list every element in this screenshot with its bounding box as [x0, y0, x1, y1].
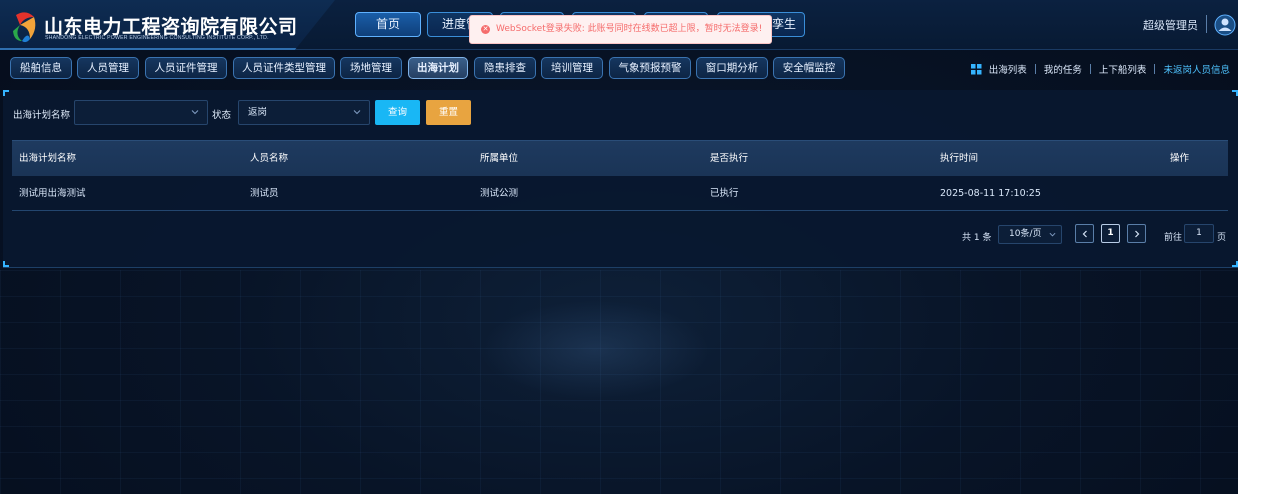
- goto-label: 前往: [1164, 233, 1183, 243]
- tab-window-analysis[interactable]: 窗口期分析: [696, 57, 768, 79]
- tab-vessel-info[interactable]: 船舶信息: [10, 57, 72, 79]
- module-nav: 船舶信息 人员管理 人员证件管理 人员证件类型管理 场地管理 出海计划 隐患排查…: [0, 50, 1238, 88]
- table-header: 出海计划名称 人员名称 所属单位 是否执行 执行时间 操作: [12, 140, 1228, 176]
- user-avatar-icon[interactable]: [1214, 14, 1236, 36]
- link-divider: [1154, 64, 1156, 74]
- column-header: 执行时间: [940, 153, 979, 164]
- tab-hazard-check[interactable]: 隐患排查: [474, 57, 536, 79]
- tab-site-management[interactable]: 场地管理: [340, 57, 402, 79]
- company-name-english: SHANDONG ELECTRIC POWER ENGINEERING CONS…: [45, 35, 269, 41]
- table-cell: 测试公测: [480, 188, 519, 199]
- background-glow: [480, 300, 710, 400]
- page-size-value: 10条/页: [1009, 229, 1042, 239]
- quick-links: 出海列表 我的任务 上下船列表 未返岗人员信息: [970, 62, 1230, 76]
- goto-unit: 页: [1217, 233, 1227, 243]
- table-cell: 测试员: [250, 188, 279, 199]
- next-page-button[interactable]: [1127, 224, 1146, 243]
- column-header: 是否执行: [710, 153, 749, 164]
- chevron-right-icon: [1134, 230, 1139, 238]
- tab-personnel-certificates[interactable]: 人员证件管理: [145, 57, 227, 79]
- plan-name-select[interactable]: [74, 100, 208, 125]
- error-circle-icon: ✕: [481, 25, 490, 34]
- link-divider: [1034, 64, 1036, 74]
- table-cell: 2025-08-11 17:10:25: [940, 188, 1041, 199]
- grid-list-icon: [970, 63, 982, 74]
- tab-sea-plan[interactable]: 出海计划: [408, 57, 468, 79]
- header-divider: [1206, 15, 1207, 33]
- tab-training[interactable]: 培训管理: [541, 57, 603, 79]
- link-not-returned[interactable]: 未返岗人员信息: [1163, 62, 1230, 76]
- table-row[interactable]: 测试用出海测试 测试员 测试公测 已执行 2025-08-11 17:10:25: [12, 176, 1228, 211]
- table-cell: 测试用出海测试: [19, 188, 86, 199]
- column-header: 所属单位: [480, 153, 519, 164]
- error-toast: ✕ WebSocket登录失败: 此账号同时在线数已超上限，暂时无法登录!: [469, 15, 772, 44]
- sea-plan-table: 出海计划名称 人员名称 所属单位 是否执行 执行时间 操作 测试用出海测试 测试…: [12, 140, 1228, 211]
- chevron-left-icon: [1082, 230, 1087, 238]
- user-name[interactable]: 超级管理员: [1143, 17, 1198, 33]
- plan-name-label: 出海计划名称: [13, 110, 71, 121]
- prev-page-button[interactable]: [1075, 224, 1094, 243]
- column-header: 出海计划名称: [19, 153, 77, 164]
- panel-corner: [1232, 261, 1238, 267]
- app-window: 山东电力工程咨询院有限公司 SHANDONG ELECTRIC POWER EN…: [0, 0, 1238, 494]
- status-label: 状态: [212, 110, 232, 121]
- column-header: 人员名称: [250, 153, 289, 164]
- tab-weather-alert[interactable]: 气象预报预警: [609, 57, 691, 79]
- tab-personnel[interactable]: 人员管理: [77, 57, 139, 79]
- link-sea-list[interactable]: 出海列表: [989, 62, 1027, 76]
- tab-helmet-monitor[interactable]: 安全帽监控: [773, 57, 845, 79]
- link-my-tasks[interactable]: 我的任务: [1044, 62, 1082, 76]
- status-value: 返岗: [248, 107, 268, 118]
- content-panel: 出海计划名称 状态 返岗 查询 重置 出海计划名称 人员名称 所属单位 是否执行…: [3, 90, 1238, 268]
- panel-corner: [3, 90, 9, 96]
- tab-certificate-types[interactable]: 人员证件类型管理: [233, 57, 335, 79]
- toast-message: WebSocket登录失败: 此账号同时在线数已超上限，暂时无法登录!: [496, 24, 763, 34]
- pagination-total: 共 1 条: [962, 233, 992, 243]
- goto-page-input[interactable]: 1: [1184, 224, 1214, 243]
- chevron-down-icon: [1049, 232, 1056, 237]
- reset-button[interactable]: 重置: [426, 100, 471, 125]
- column-header: 操作: [1170, 153, 1190, 164]
- query-button[interactable]: 查询: [375, 100, 420, 125]
- status-select[interactable]: 返岗: [238, 100, 370, 125]
- link-boarding-list[interactable]: 上下船列表: [1099, 62, 1147, 76]
- table-cell: 已执行: [710, 188, 739, 199]
- link-divider: [1089, 64, 1091, 74]
- panel-corner: [1232, 90, 1238, 96]
- company-logo-icon: [13, 12, 36, 43]
- panel-corner: [3, 261, 9, 267]
- logo-plate: 山东电力工程咨询院有限公司 SHANDONG ELECTRIC POWER EN…: [0, 0, 335, 50]
- top-nav-home[interactable]: 首页: [355, 12, 421, 37]
- page-number-button[interactable]: 1: [1101, 224, 1120, 243]
- chevron-down-icon: [191, 110, 199, 115]
- chevron-down-icon: [353, 110, 361, 115]
- page-size-select[interactable]: 10条/页: [998, 225, 1062, 244]
